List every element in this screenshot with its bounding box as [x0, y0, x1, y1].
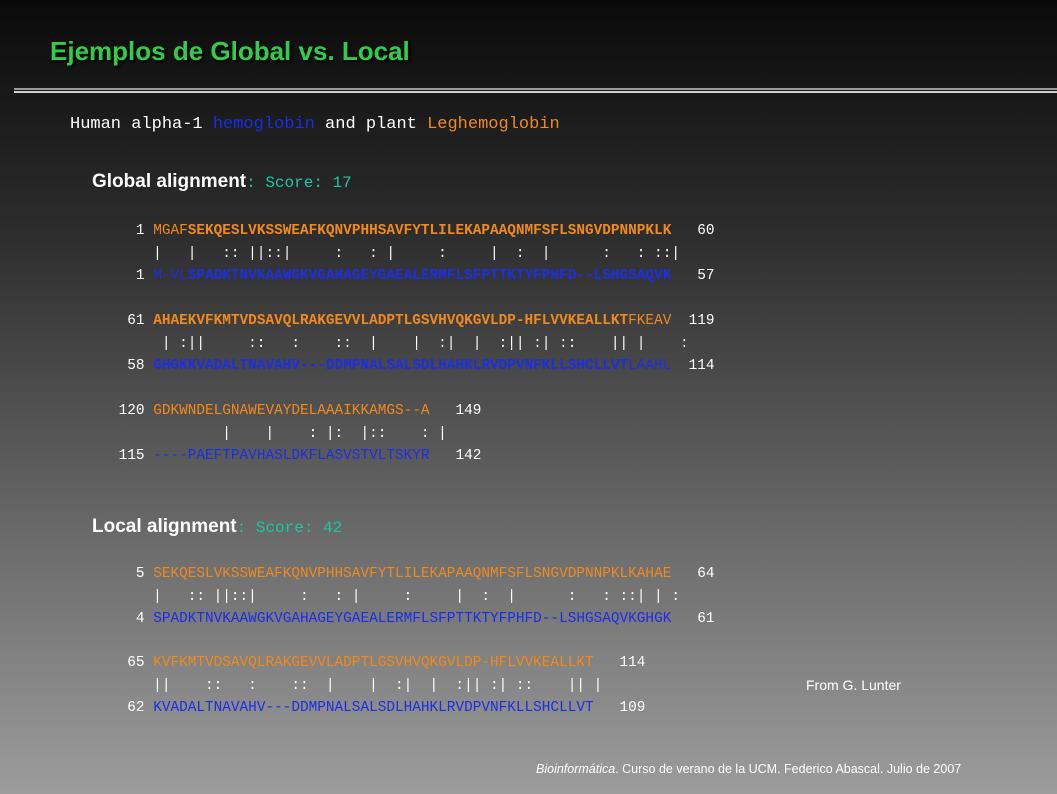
subtitle-prefix: Human alpha-1: [70, 115, 213, 134]
seq1-start: 1: [110, 223, 154, 239]
global-alignment-heading: Global alignment: Score: 17: [92, 171, 352, 193]
seq1-segment: MGAF: [153, 223, 188, 239]
match-line: | | : |: |:: : |: [110, 425, 447, 442]
global-heading-label: Global alignment: [92, 171, 247, 192]
title-divider: [14, 88, 1057, 94]
seq1-start: 65: [110, 655, 154, 671]
match-line: | :|| :: : :: | | :| | :|| :| :: || | :: [110, 335, 689, 352]
match-line: | | :: ||::| : : | : | : | : : ::|: [110, 245, 680, 262]
seq2-start: 1: [110, 268, 154, 284]
global-alignment-block-3: 120 GDKWNDELGNAWEVAYDELAAAIKKAMGS--A 149…: [110, 400, 482, 468]
seq2-end: 109: [593, 700, 646, 716]
seq1-segment: FKEAV: [628, 313, 672, 329]
seq1-segment: GDKWNDELGNAWEVAYDELAAAIKKAMGS--A: [153, 403, 430, 419]
seq2-segment: SPADKTNVKAAWGKVGAHAGEYGAEALERMFLSFPTTKTY…: [153, 611, 672, 627]
page-title: Ejemplos de Global vs. Local: [50, 36, 410, 66]
local-alignment-heading: Local alignment: Score: 42: [92, 516, 342, 538]
seq2-start: 62: [110, 700, 154, 716]
seq1-start: 5: [110, 566, 154, 582]
seq2-end: 142: [429, 448, 482, 464]
seq1-end: 64: [671, 566, 715, 582]
footer-text: . Curso de verano de la UCM. Federico Ab…: [615, 762, 962, 776]
seq2-start: 4: [110, 611, 154, 627]
match-line: || :: : :: | | :| | :|| :| :: || |: [110, 677, 603, 694]
global-alignment-block-2: 61 AHAEKVFKMTVDSAVQLRAKGEVVLADPTLGSVHVQK…: [110, 310, 715, 378]
seq1-segment: AHAEKVFKMTVDSAVQLRAKGEVVLADPTLGSVHVQKGVL…: [153, 313, 629, 329]
seq1-start: 61: [110, 313, 154, 329]
seq2-segment: SPADKTNVKAAWGKVGAHAGEYGAEALERMFLSFPTTKTY…: [187, 268, 672, 284]
local-alignment-block-1: 5 SEKQESLVKSSWEAFKQNVPHHSAVFYTLILEKAPAAQ…: [110, 563, 715, 631]
seq1-end: 149: [429, 403, 482, 419]
seq2-segment: M-VL: [153, 268, 188, 284]
global-score-sep: :: [246, 174, 266, 192]
seq2-end: 57: [671, 268, 715, 284]
global-alignment-block-1: 1 MGAFSEKQESLVKSSWEAFKQNVPHHSAVFYTLILEKA…: [110, 220, 715, 288]
seq2-start: 58: [110, 358, 154, 374]
seq2-segment: GHGKKVADALTNAVAHV---DDMPNALSALSDLHAHKLRV…: [153, 358, 629, 374]
local-score: Score: 42: [255, 519, 343, 537]
seq2-end: 114: [671, 358, 715, 374]
local-score-sep: :: [236, 519, 256, 537]
local-heading-label: Local alignment: [92, 516, 237, 537]
footer-course-italic: Bioinformática: [536, 762, 616, 776]
leghemoglobin-term: Leghemoglobin: [427, 115, 560, 134]
local-alignment-block-2: 65 KVFKMTVDSAVQLRAKGEVVLADPTLGSVHVQKGVLD…: [110, 652, 645, 720]
global-score: Score: 17: [265, 174, 352, 192]
seq2-start: 115: [110, 448, 154, 464]
hemoglobin-term: hemoglobin: [212, 115, 315, 134]
seq1-segment: SEKQESLVKSSWEAFKQNVPHHSAVFYTLILEKAPAAQNM…: [187, 223, 672, 239]
seq1-end: 114: [593, 655, 646, 671]
footer: Bioinformática. Curso de verano de la UC…: [536, 762, 961, 776]
seq2-segment: LAAHL: [628, 358, 672, 374]
seq1-start: 120: [110, 403, 154, 419]
seq1-segment: KVFKMTVDSAVQLRAKGEVVLADPTLGSVHVQKGVLDP-H…: [153, 655, 594, 671]
seq1-end: 60: [671, 223, 715, 239]
subtitle-middle: and plant: [314, 115, 428, 134]
source-credit: From G. Lunter: [806, 677, 901, 693]
seq2-segment: KVADALTNAVAHV---DDMPNALSALSDLHAHKLRVDPVN…: [153, 700, 594, 716]
subtitle: Human alpha-1 hemoglobin and plant Leghe…: [70, 115, 560, 134]
seq2-segment: ----PAEFTPAVHASLDKFLASVSTVLTSKYR: [153, 448, 430, 464]
seq2-end: 61: [671, 611, 715, 627]
seq1-segment: SEKQESLVKSSWEAFKQNVPHHSAVFYTLILEKAPAAQNM…: [153, 566, 672, 582]
seq1-end: 119: [671, 313, 715, 329]
match-line: | :: ||::| : : | : | : | : : ::| | :: [110, 588, 680, 605]
